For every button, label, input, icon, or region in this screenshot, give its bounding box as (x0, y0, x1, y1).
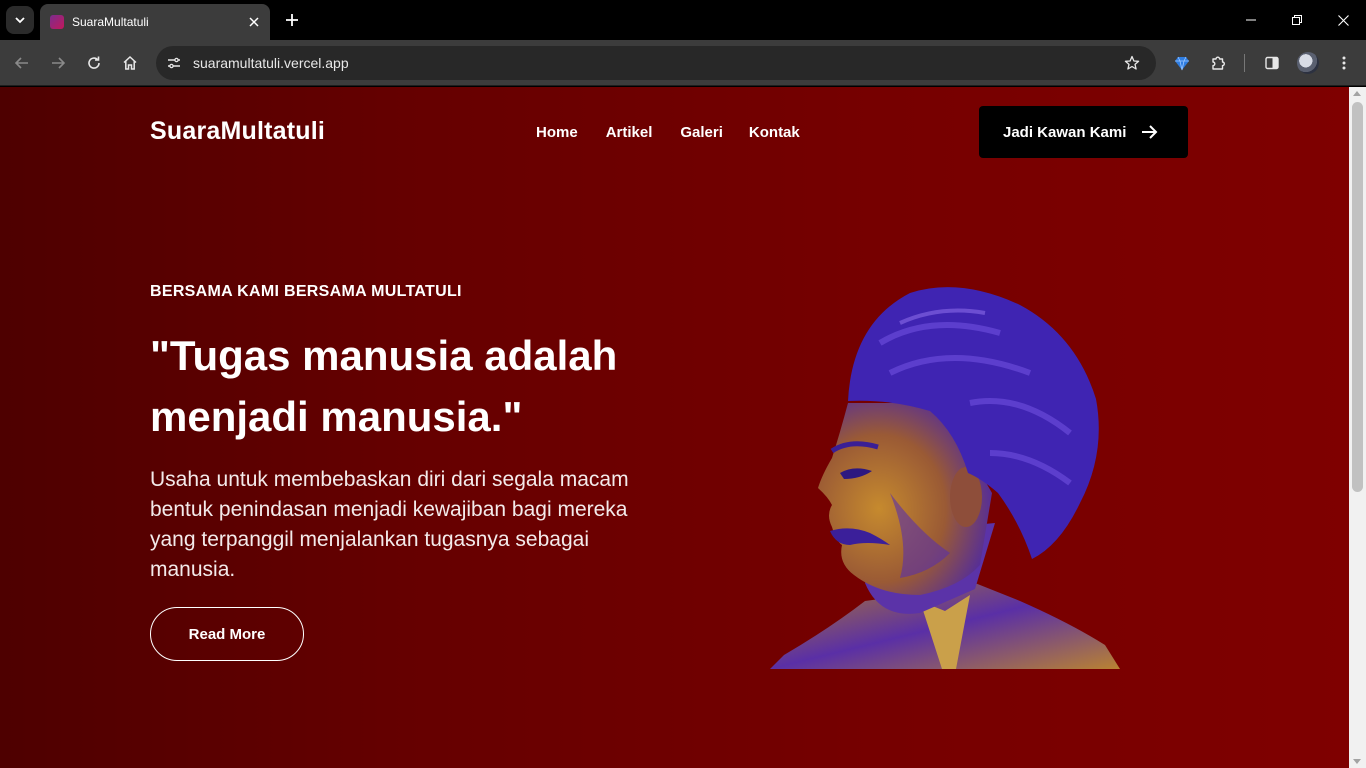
browser-tab-bar: SuaraMultatuli (0, 0, 1366, 40)
restore-button[interactable] (1274, 0, 1320, 40)
nav-galeri[interactable]: Galeri (680, 124, 723, 141)
bookmark-button[interactable] (1118, 49, 1146, 77)
scrollbar-thumb[interactable] (1352, 102, 1363, 492)
reload-icon (88, 56, 100, 69)
close-icon (249, 17, 259, 27)
toolbar-divider (1244, 54, 1245, 72)
home-icon (123, 55, 137, 70)
profile-avatar[interactable] (1297, 52, 1319, 74)
page-viewport: SuaraMultatuli Home Artikel Galeri Konta… (0, 87, 1349, 768)
scroll-down-icon[interactable] (1353, 759, 1361, 764)
scroll-up-icon[interactable] (1353, 91, 1361, 96)
site-favicon-icon (50, 15, 64, 29)
tune-icon (168, 57, 180, 69)
nav-home[interactable]: Home (536, 124, 578, 141)
star-icon (1124, 55, 1140, 70)
browser-toolbar: suaramultatuli.vercel.app (0, 40, 1366, 86)
home-button[interactable] (116, 49, 144, 77)
url-text[interactable]: suaramultatuli.vercel.app (193, 55, 349, 71)
join-cta-label: Jadi Kawan Kami (1003, 123, 1127, 141)
join-cta-button[interactable]: Jadi Kawan Kami (979, 106, 1188, 158)
close-window-button[interactable] (1320, 0, 1366, 40)
new-tab-button[interactable] (280, 8, 304, 32)
plus-icon (286, 14, 298, 26)
browser-menu-button[interactable] (1330, 49, 1358, 77)
site-info-button[interactable] (160, 49, 188, 77)
arrow-left-icon (14, 57, 28, 69)
reload-button[interactable] (80, 49, 108, 77)
extensions-button[interactable] (1204, 49, 1232, 77)
kebab-icon (1342, 56, 1346, 70)
chevron-down-icon (15, 17, 25, 24)
minimize-icon (1246, 19, 1256, 21)
nav-artikel[interactable]: Artikel (606, 124, 653, 141)
nav-kontak[interactable]: Kontak (749, 124, 800, 141)
address-bar[interactable]: suaramultatuli.vercel.app (156, 46, 1156, 80)
tab-title: SuaraMultatuli (72, 15, 149, 29)
hero-headline: "Tugas manusia adalah menjadi manusia." (150, 332, 618, 440)
side-panel-icon (1265, 56, 1279, 70)
close-icon (1337, 14, 1349, 26)
main-nav: Home Artikel Galeri Kontak (536, 124, 828, 141)
hero-eyebrow: BERSAMA KAMI BERSAMA MULTATULI (150, 283, 462, 300)
gem-icon (1175, 56, 1189, 71)
restore-icon (1292, 15, 1302, 25)
tab-search-button[interactable] (6, 6, 34, 34)
page-scrollbar[interactable] (1349, 87, 1366, 768)
tab-close-button[interactable] (244, 12, 264, 32)
minimize-button[interactable] (1228, 0, 1274, 40)
back-button[interactable] (8, 49, 36, 77)
arrow-right-icon (1142, 125, 1158, 139)
multatuli-portrait (770, 287, 1120, 669)
side-panel-button[interactable] (1258, 49, 1286, 77)
hero-description: Usaha untuk membebaskan diri dari segala… (150, 468, 629, 581)
browser-tab[interactable]: SuaraMultatuli (40, 4, 270, 40)
forward-button[interactable] (44, 49, 72, 77)
site-logo[interactable]: SuaraMultatuli (150, 117, 325, 146)
read-more-button[interactable]: Read More (150, 607, 304, 661)
gem-extension-button[interactable] (1168, 49, 1196, 77)
arrow-right-icon (52, 57, 66, 69)
puzzle-icon (1211, 56, 1225, 70)
